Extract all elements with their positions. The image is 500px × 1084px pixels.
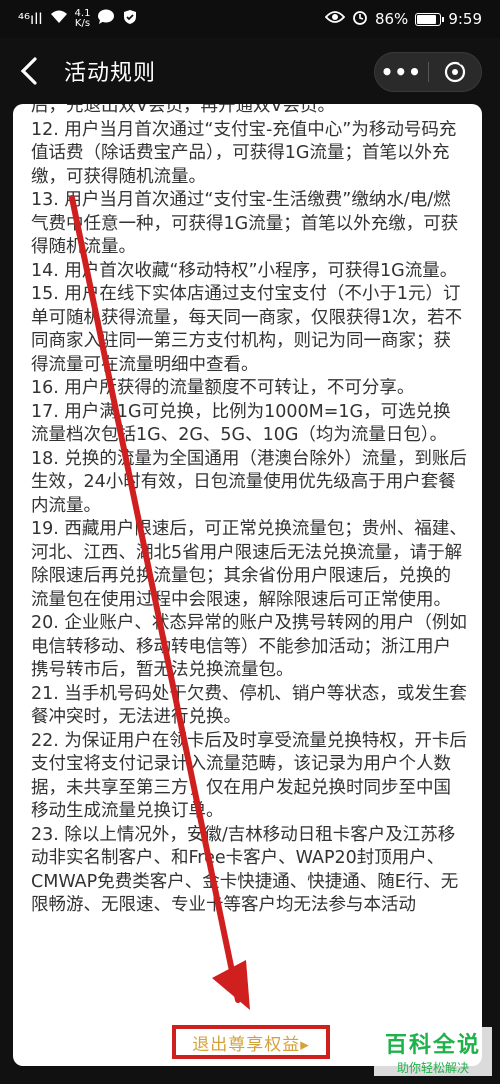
watermark-title: 百科全说 <box>374 1027 492 1059</box>
page-title: 活动规则 <box>64 61 157 86</box>
status-bar: ⁴⁶ıll 4.1 K/s 86% 9:59 <box>0 0 500 38</box>
watermark: 百科全说 助你轻松解决 <box>374 1027 492 1076</box>
rule-item: 17. 用户满1G可兑换，比例为1000M=1G，可选兑换流量档次包括1G、2G… <box>31 401 451 446</box>
status-left: ⁴⁶ıll 4.1 K/s <box>18 9 138 29</box>
rule-item: 22. 为保证用户在领卡后及时享受流量兑换特权，开卡后支付宝将支付记录计入流量范… <box>31 730 467 822</box>
signal-icon: ⁴⁶ıll <box>18 10 43 28</box>
rule-item: 15. 用户在线下实体店通过支付宝支付（不小于1元）订单可随机获得流量，每天同一… <box>31 284 463 375</box>
exit-premium-link[interactable]: 退出尊享权益▸ <box>172 1025 330 1059</box>
rules-card[interactable]: 后，先退出双V会员，再开通双V会员。 12. 用户当月首次通过“支付宝-充值中心… <box>13 104 482 1066</box>
chevron-left-icon <box>20 57 37 85</box>
nav-bar: 活动规则 ••• <box>0 38 500 104</box>
watermark-subtitle: 助你轻松解决 <box>374 1059 492 1076</box>
more-button[interactable]: ••• <box>375 53 428 91</box>
rules-list: 后，先退出双V会员，再开通双V会员。 12. 用户当月首次通过“支付宝-充值中心… <box>13 104 482 918</box>
eye-icon <box>324 10 346 28</box>
rule-item: 20. 企业账户、状态异常的账户及携号转网的用户（例如电信转移动、移动转电信等）… <box>31 613 467 680</box>
clock-time: 9:59 <box>448 10 482 28</box>
battery-icon <box>415 12 445 26</box>
more-icon: ••• <box>380 60 422 84</box>
shield-check-icon <box>122 9 138 29</box>
net-speed-unit: K/s <box>74 18 91 29</box>
close-circle-icon <box>444 60 465 83</box>
rule-item: 14. 用户首次收藏“移动特权”小程序，可获得1G流量。 <box>31 260 458 281</box>
net-speed: 4.1 K/s <box>75 9 91 29</box>
chat-bubble-icon <box>97 9 115 29</box>
rule-item: 16. 用户所获得的流量额度不可转让，不可分享。 <box>31 378 415 398</box>
rule-item: 21. 当手机号码处于欠费、停机、销户等状态，或发生套餐冲突时，无法进行兑换。 <box>31 683 467 728</box>
rule-item: 23. 除以上情况外，安徽/吉林移动日租卡客户及江苏移动非实名制客户、和Free… <box>31 824 459 916</box>
back-button[interactable] <box>20 51 50 91</box>
rule-item: 13. 用户当月首次通过“支付宝-生活缴费”缴纳水/电/燃气费中任意一种，可获得… <box>31 190 459 257</box>
wifi-icon <box>50 10 68 28</box>
alarm-clock-icon <box>352 9 368 29</box>
battery-fill <box>417 14 437 24</box>
rule-item: 19. 西藏用户限速后，可正常兑换流量包；贵州、福建、河北、江西、湖北5省用户限… <box>31 519 467 610</box>
close-button[interactable] <box>429 53 482 91</box>
mini-program-capsule: ••• <box>374 52 482 92</box>
rule-item: 18. 兑换的流量为全国通用（港澳台除外）流量，到账后生效，24小时有效，日包流… <box>31 448 467 516</box>
battery-percent: 86% <box>374 10 409 28</box>
status-right: 86% 9:59 <box>324 9 482 29</box>
rule-item: 12. 用户当月首次通过“支付宝-充值中心”为移动号码充值话费（除话费宝产品），… <box>31 119 457 187</box>
rule-item: 后，先退出双V会员，再开通双V会员。 <box>31 104 335 116</box>
